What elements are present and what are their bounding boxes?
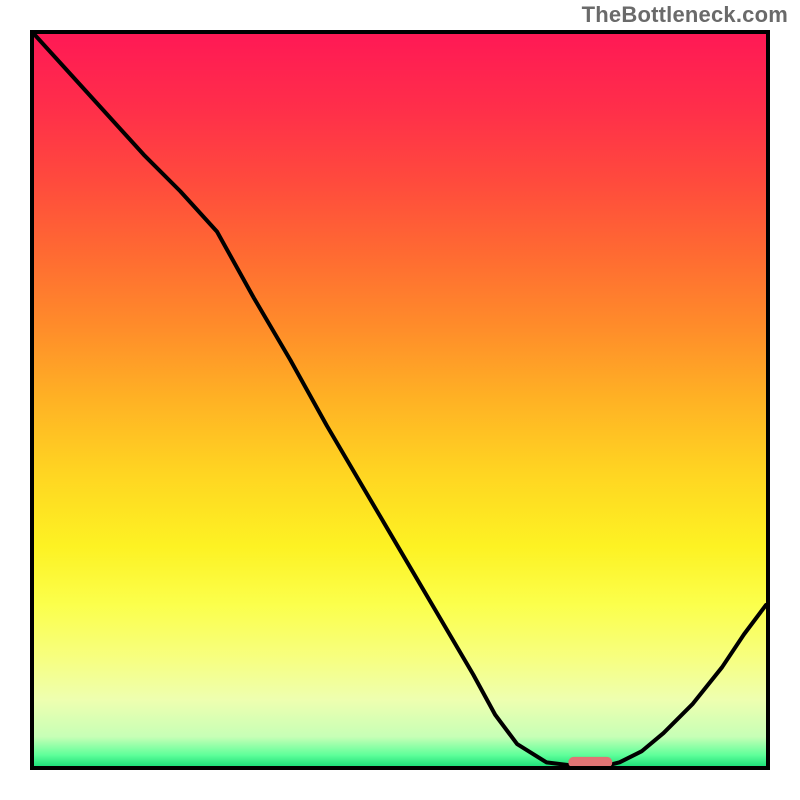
gradient-background (34, 34, 766, 766)
chart-wrap: TheBottleneck.com (0, 0, 800, 800)
watermark-text: TheBottleneck.com (582, 2, 788, 28)
plot-area (30, 30, 770, 770)
